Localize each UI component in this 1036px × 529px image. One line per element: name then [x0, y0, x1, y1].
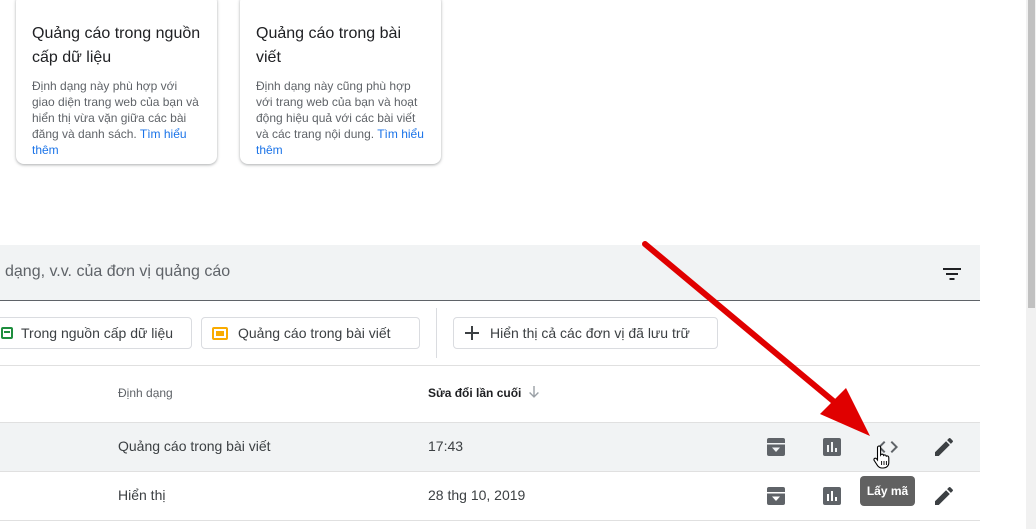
card-infeed-ad[interactable]: Quảng cáo trong nguồn cấp dữ liệu Định d… [16, 0, 217, 164]
column-header-last-modified[interactable]: Sửa đổi lần cuối [428, 386, 521, 400]
show-archived-button[interactable]: Hiển thị cả các đơn vị đã lưu trữ [453, 317, 718, 349]
chip-inarticle-filter[interactable]: Quảng cáo trong bài viết [201, 317, 420, 349]
chip-infeed-filter[interactable]: Trong nguồn cấp dữ liệu [0, 317, 192, 349]
chip-label: Hiển thị cả các đơn vị đã lưu trữ [490, 325, 690, 341]
hand-pointer-cursor-icon [873, 445, 890, 469]
report-chart-icon[interactable] [820, 484, 844, 508]
chip-divider [436, 308, 437, 358]
edit-pencil-icon[interactable] [932, 435, 956, 459]
search-input-text[interactable]: dạng, v.v. của đơn vị quảng cáo [5, 263, 230, 281]
plus-icon [465, 326, 479, 340]
chip-label: Quảng cáo trong bài viết [238, 325, 391, 341]
divider [0, 365, 980, 366]
table-row[interactable]: Quảng cáo trong bài viết 17:43 [0, 423, 980, 471]
card-description: Định dạng này cũng phù hợp với trang web… [256, 79, 424, 157]
card-title: Quảng cáo trong bài viết [256, 25, 401, 66]
archive-icon[interactable] [764, 484, 788, 508]
infeed-format-icon [1, 327, 13, 339]
inarticle-format-icon [212, 326, 228, 340]
scrollbar-thumb[interactable] [1028, 0, 1035, 308]
search-bar[interactable]: dạng, v.v. của đơn vị quảng cáo [0, 245, 980, 301]
edit-pencil-icon[interactable] [932, 484, 956, 508]
card-title: Quảng cáo trong nguồn cấp dữ liệu [32, 25, 201, 66]
chip-label: Trong nguồn cấp dữ liệu [21, 325, 174, 341]
cell-format: Quảng cáo trong bài viết [118, 438, 271, 454]
page-scrollbar[interactable] [1026, 0, 1036, 529]
card-inarticle-ad[interactable]: Quảng cáo trong bài viết Định dạng này c… [240, 0, 441, 164]
archive-icon[interactable] [764, 435, 788, 459]
card-description: Định dạng này phù hợp với giao diện tran… [32, 79, 199, 157]
table-row[interactable]: Hiển thị 28 thg 10, 2019 [0, 472, 980, 520]
cell-last-modified: 17:43 [428, 438, 464, 454]
cell-format: Hiển thị [118, 487, 166, 503]
divider [0, 520, 980, 521]
column-header-format[interactable]: Định dạng [118, 386, 173, 400]
get-code-tooltip: Lấy mã [860, 476, 915, 506]
filter-list-icon[interactable] [940, 262, 964, 286]
sort-down-arrow-icon[interactable] [527, 385, 541, 399]
cell-last-modified: 28 thg 10, 2019 [428, 487, 526, 503]
report-chart-icon[interactable] [820, 435, 844, 459]
